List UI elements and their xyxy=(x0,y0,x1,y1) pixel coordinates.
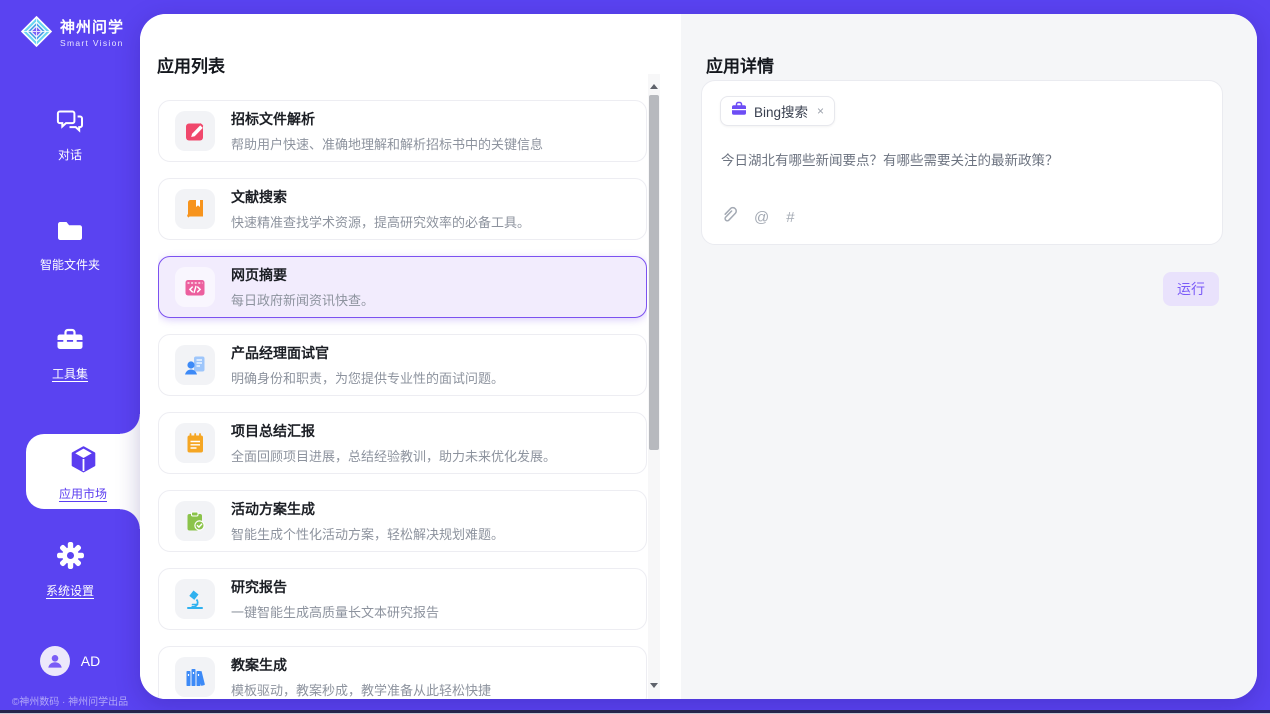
app-card-project-summary[interactable]: 项目总结汇报 全面回顾项目进展，总结经验教训，助力未来优化发展。 xyxy=(158,412,647,474)
app-card-lesson-plan[interactable]: 教案生成 模板驱动，教案秒成，教学准备从此轻松快捷 xyxy=(158,646,647,699)
app-description: 模板驱动，教案秒成，教学准备从此轻松快捷 xyxy=(231,680,491,699)
app-card-research-report[interactable]: 研究报告 一键智能生成高质量长文本研究报告 xyxy=(158,568,647,630)
app-detail-panel: 应用详情 Bing搜索 × 今日湖北有哪些新闻要点？有哪些需要关注的最新政策？ xyxy=(681,14,1257,699)
logo-title: 神州问学 xyxy=(60,20,124,37)
sidebar-item-label: 工具集 xyxy=(0,365,140,382)
folder-icon xyxy=(55,231,85,248)
edit-square-icon xyxy=(175,111,215,151)
sidebar-item-settings[interactable]: 系统设置 xyxy=(0,541,140,599)
app-card-literature-search[interactable]: 文献搜索 快速精准查找学术资源，提高研究效率的必备工具。 xyxy=(158,178,647,240)
app-detail-title: 应用详情 xyxy=(706,52,774,77)
app-name: 招标文件解析 xyxy=(231,109,543,129)
run-button[interactable]: 运行 xyxy=(1163,272,1219,306)
close-icon[interactable]: × xyxy=(817,104,824,118)
app-logo: 神州问学 Smart Vision xyxy=(20,15,124,53)
logo-subtitle: Smart Vision xyxy=(60,38,124,48)
sidebar-item-label: 系统设置 xyxy=(0,582,140,599)
prompt-composer-card: Bing搜索 × 今日湖北有哪些新闻要点？有哪些需要关注的最新政策？ @ # xyxy=(701,80,1223,245)
app-card-web-summary[interactable]: 网页摘要 每日政府新闻资讯快查。 xyxy=(158,256,647,318)
app-name: 文献搜索 xyxy=(231,187,530,207)
app-name: 教案生成 xyxy=(231,655,491,675)
sidebar-item-label: 应用市场 xyxy=(26,485,140,502)
sidebar-item-chat[interactable]: 对话 xyxy=(0,106,140,163)
gear-icon xyxy=(56,557,85,574)
active-tab-fillet-top xyxy=(120,414,140,434)
app-name: 产品经理面试官 xyxy=(231,343,504,363)
interviewer-icon xyxy=(175,345,215,385)
prompt-text[interactable]: 今日湖北有哪些新闻要点？有哪些需要关注的最新政策？ xyxy=(721,151,1206,171)
app-description: 智能生成个性化活动方案，轻松解决规划难题。 xyxy=(231,524,504,543)
sidebar-item-label: 智能文件夹 xyxy=(0,256,140,273)
hash-tag-icon[interactable]: # xyxy=(786,209,794,226)
app-card-bid-document-parsing[interactable]: 招标文件解析 帮助用户快速、准确地理解和解析招标书中的关键信息 xyxy=(158,100,647,162)
browser-code-icon xyxy=(175,267,215,307)
notepad-icon xyxy=(175,423,215,463)
app-name: 研究报告 xyxy=(231,577,439,597)
composer-toolbar: @ # xyxy=(721,206,795,229)
sidebar-item-app-market[interactable]: 应用市场 xyxy=(26,434,140,509)
app-name: 活动方案生成 xyxy=(231,499,504,519)
app-name: 网页摘要 xyxy=(231,265,374,285)
clipboard-check-icon xyxy=(175,501,215,541)
logo-gem-icon xyxy=(20,15,53,53)
cube-icon xyxy=(68,462,99,479)
tool-tag-bing-search[interactable]: Bing搜索 × xyxy=(720,96,835,126)
sidebar-item-smart-folder[interactable]: 智能文件夹 xyxy=(0,218,140,273)
copyright-footer: ©神州数码 · 神州问学出品 xyxy=(0,693,140,708)
app-description: 快速精准查找学术资源，提高研究效率的必备工具。 xyxy=(231,212,530,231)
toolbox-icon xyxy=(55,340,85,357)
active-tab-fillet-bottom xyxy=(120,509,140,529)
book-icon xyxy=(175,189,215,229)
user-initials: AD xyxy=(81,653,100,669)
sidebar-item-toolset[interactable]: 工具集 xyxy=(0,326,140,382)
app-description: 帮助用户快速、准确地理解和解析招标书中的关键信息 xyxy=(231,134,543,153)
microscope-icon xyxy=(175,579,215,619)
app-description: 全面回顾项目进展，总结经验教训，助力未来优化发展。 xyxy=(231,446,556,465)
chat-bubbles-icon xyxy=(55,121,85,138)
app-name: 项目总结汇报 xyxy=(231,421,556,441)
tool-tag-label: Bing搜索 xyxy=(754,101,808,121)
app-description: 每日政府新闻资讯快查。 xyxy=(231,290,374,309)
paperclip-icon[interactable] xyxy=(721,206,737,229)
books-icon xyxy=(175,657,215,697)
scroll-up-arrow-icon[interactable] xyxy=(648,80,660,94)
user-account[interactable]: AD xyxy=(0,646,140,676)
app-description: 明确身份和职责，为您提供专业性的面试问题。 xyxy=(231,368,504,387)
scroll-down-arrow-icon[interactable] xyxy=(648,679,660,693)
briefcase-icon xyxy=(731,101,747,121)
scrollbar-thumb[interactable] xyxy=(649,95,659,450)
sidebar-item-label: 对话 xyxy=(0,146,140,163)
app-description: 一键智能生成高质量长文本研究报告 xyxy=(231,602,439,621)
at-mention-icon[interactable]: @ xyxy=(754,209,769,226)
app-card-list: 招标文件解析 帮助用户快速、准确地理解和解析招标书中的关键信息 文献搜索 快速精… xyxy=(158,100,647,699)
sidebar: 神州问学 Smart Vision 对话 智能文件夹 xyxy=(0,0,140,714)
scrollbar[interactable] xyxy=(648,74,660,699)
app-list-panel: 应用列表 招标文件解析 帮助用户快速、准确地理解和解析招标书中的关键信息 xyxy=(140,14,681,699)
app-list-title: 应用列表 xyxy=(157,52,225,77)
main-container: 应用列表 招标文件解析 帮助用户快速、准确地理解和解析招标书中的关键信息 xyxy=(140,14,1257,699)
app-card-event-plan[interactable]: 活动方案生成 智能生成个性化活动方案，轻松解决规划难题。 xyxy=(158,490,647,552)
app-card-pm-interviewer[interactable]: 产品经理面试官 明确身份和职责，为您提供专业性的面试问题。 xyxy=(158,334,647,396)
avatar xyxy=(40,646,70,676)
